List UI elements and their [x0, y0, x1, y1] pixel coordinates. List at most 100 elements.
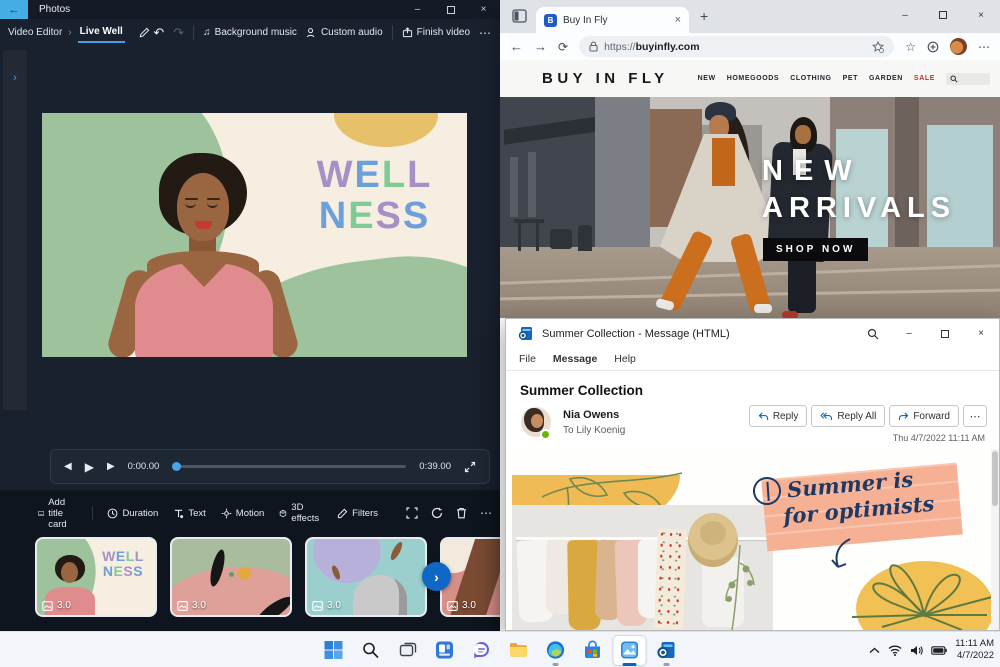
image-icon — [312, 600, 323, 611]
menu-message[interactable]: Message — [553, 353, 597, 365]
next-frame-button[interactable]: ▶ — [107, 461, 115, 472]
play-button[interactable]: ▶ — [85, 460, 94, 474]
seek-thumb[interactable] — [172, 462, 182, 471]
browser-more-button[interactable]: ⋯ — [978, 40, 990, 54]
search-button[interactable] — [354, 632, 388, 667]
volume-icon[interactable] — [910, 645, 923, 656]
maximize-button[interactable] — [927, 319, 963, 348]
add-title-card-button[interactable]: Add title card — [38, 497, 77, 530]
minimize-button[interactable]: – — [401, 0, 434, 19]
bookmark-star-icon[interactable] — [872, 40, 885, 53]
photos-button[interactable] — [612, 634, 647, 666]
nav-new[interactable]: NEW — [698, 75, 716, 82]
motion-button[interactable]: Motion — [221, 508, 264, 519]
recipient-line[interactable]: To Lily Koenig — [563, 425, 625, 436]
breadcrumb-project-name[interactable]: Live Well — [77, 23, 125, 43]
redo-button[interactable]: ↷ — [173, 25, 184, 41]
back-button[interactable]: ← — [0, 0, 28, 19]
nav-garden[interactable]: GARDEN — [869, 75, 903, 82]
maximize-button[interactable] — [434, 0, 467, 19]
storyboard-clip-1[interactable]: WELL NESS 3.0 — [35, 537, 157, 617]
start-button[interactable] — [317, 632, 351, 667]
browser-toolbar: ← → ⟳ https://buyinfly.com ☆ ⋯ — [500, 33, 1000, 60]
timeline-more-button[interactable]: ⋯ — [480, 506, 492, 520]
breadcrumb-video-editor[interactable]: Video Editor — [8, 27, 62, 38]
task-view-button[interactable] — [391, 632, 425, 667]
nav-pet[interactable]: PET — [843, 75, 858, 82]
address-bar[interactable]: https://buyinfly.com — [579, 36, 895, 57]
timeline-toolbar: Add title card Duration Text Motion 3D e… — [38, 497, 492, 530]
battery-icon[interactable] — [931, 645, 948, 655]
tab-layout-icon[interactable] — [512, 9, 527, 23]
browser-tab[interactable]: B Buy In Fly × — [536, 7, 689, 33]
storyboard-next-button[interactable]: › — [422, 562, 451, 591]
duration-button[interactable]: Duration — [107, 508, 158, 519]
tray-chevron-icon[interactable] — [869, 647, 880, 654]
delete-icon[interactable] — [456, 507, 467, 519]
rename-pencil-icon[interactable] — [139, 27, 150, 38]
expand-panel-chevron-icon[interactable]: › — [3, 50, 27, 84]
storyboard-clip-3[interactable]: 3.0 — [305, 537, 427, 617]
scrollbar-thumb[interactable] — [992, 451, 998, 506]
clock[interactable]: 11:11 AM 4/7/2022 — [955, 638, 994, 663]
minimize-button[interactable]: – — [886, 0, 924, 30]
maximize-button[interactable] — [924, 0, 962, 30]
site-favicon: B — [544, 13, 557, 27]
background-music-button[interactable]: ♫ Background music — [203, 27, 297, 38]
filters-button[interactable]: Filters — [337, 508, 378, 519]
undo-button[interactable]: ↶ — [153, 25, 164, 41]
store-button[interactable] — [576, 632, 610, 667]
sender-name[interactable]: Nia Owens — [563, 409, 619, 421]
widgets-button[interactable] — [428, 632, 462, 667]
seek-slider[interactable] — [172, 462, 407, 471]
custom-audio-button[interactable]: Custom audio — [306, 27, 383, 38]
site-logo[interactable]: BUY IN FLY — [542, 70, 669, 87]
email-more-button[interactable]: ⋯ — [963, 405, 987, 427]
nav-clothing[interactable]: CLOTHING — [790, 75, 831, 82]
finish-video-button[interactable]: Finish video — [402, 27, 470, 38]
previous-frame-button[interactable]: ◀ — [64, 461, 72, 472]
reply-button[interactable]: Reply — [748, 405, 808, 427]
storyboard-clip-2[interactable]: 3.0 — [170, 537, 292, 617]
collections-icon[interactable] — [927, 41, 939, 53]
rotate-icon[interactable] — [431, 507, 443, 519]
fullscreen-icon[interactable] — [464, 461, 476, 473]
refresh-button[interactable]: ⟳ — [558, 40, 568, 54]
email-subject: Summer Collection — [520, 383, 644, 398]
close-button[interactable]: × — [467, 0, 500, 19]
close-button[interactable]: × — [963, 319, 999, 348]
chat-button[interactable] — [465, 632, 499, 667]
more-options-button[interactable]: ⋯ — [479, 26, 492, 40]
outlook-button[interactable] — [650, 632, 684, 667]
photos-titlebar: ← Photos – × — [0, 0, 500, 19]
email-scrollbar[interactable] — [991, 449, 999, 630]
tab-close-icon[interactable]: × — [675, 14, 681, 26]
nav-sale[interactable]: SALE — [914, 75, 935, 82]
shop-now-button[interactable]: SHOP NOW — [763, 238, 869, 261]
forward-button[interactable]: → — [534, 39, 547, 54]
wifi-icon[interactable] — [888, 645, 902, 656]
video-preview[interactable]: WELL NESS — [42, 113, 467, 357]
reply-all-button[interactable]: Reply All — [811, 405, 886, 427]
close-button[interactable]: × — [962, 0, 1000, 30]
file-explorer-button[interactable] — [502, 632, 536, 667]
back-button[interactable]: ← — [510, 39, 523, 54]
site-search-box[interactable] — [946, 72, 990, 85]
3d-effects-button[interactable]: 3D effects — [279, 502, 322, 524]
menu-file[interactable]: File — [519, 353, 536, 365]
search-icon[interactable] — [855, 319, 891, 348]
3d-cube-icon — [280, 509, 287, 517]
menu-help[interactable]: Help — [614, 353, 636, 365]
favorites-icon[interactable]: ☆ — [905, 40, 916, 54]
new-tab-button[interactable]: + — [700, 8, 708, 24]
forward-button[interactable]: Forward — [889, 405, 959, 427]
text-button[interactable]: Text — [173, 508, 206, 519]
minimize-button[interactable]: – — [891, 319, 927, 348]
email-body[interactable]: Summer is for optimists — [506, 449, 999, 630]
profile-avatar[interactable] — [950, 38, 967, 55]
frame-size-icon[interactable] — [406, 507, 418, 519]
nav-homegoods[interactable]: HOMEGOODS — [727, 75, 779, 82]
collapsed-side-panel[interactable]: › — [3, 50, 27, 410]
edge-browser-button[interactable] — [539, 632, 573, 667]
woman-figure — [105, 153, 301, 357]
